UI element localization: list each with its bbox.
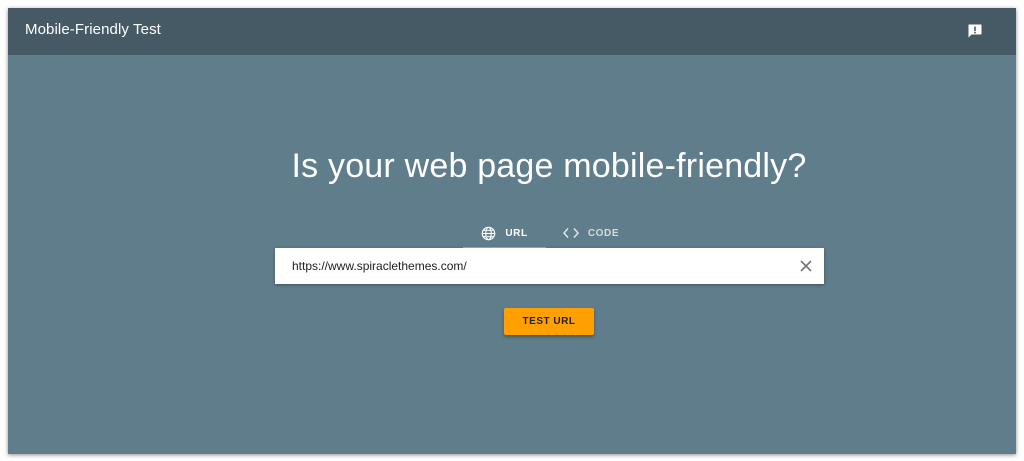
page-headline: Is your web page mobile-friendly? (291, 147, 807, 185)
clear-button[interactable] (797, 257, 815, 275)
test-url-button[interactable]: TEST URL (504, 308, 594, 335)
globe-icon (481, 226, 496, 241)
feedback-icon (968, 24, 982, 38)
url-field (275, 248, 824, 284)
url-input[interactable] (292, 248, 782, 284)
tab-url-label: URL (505, 227, 528, 239)
input-mode-tabs: URL CODE (463, 218, 636, 250)
app-window: Mobile-Friendly Test Is your web page mo… (8, 8, 1016, 454)
app-bar: Mobile-Friendly Test (8, 8, 1016, 55)
feedback-button[interactable] (962, 18, 988, 44)
close-icon (800, 260, 812, 272)
tab-code-label: CODE (587, 227, 620, 239)
app-title: Mobile-Friendly Test (25, 21, 161, 38)
tab-url[interactable]: URL (463, 218, 546, 250)
tab-code[interactable]: CODE (546, 218, 636, 248)
code-icon (562, 227, 579, 239)
